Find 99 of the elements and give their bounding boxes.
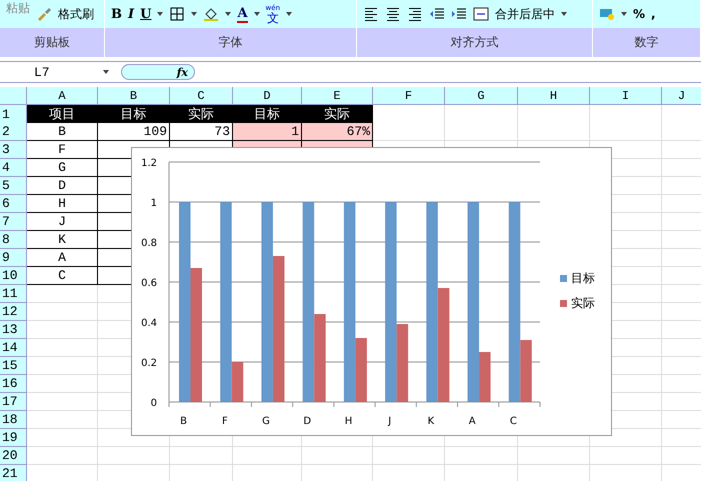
table-cell: 项目: [27, 105, 98, 124]
percent-button[interactable]: %: [633, 7, 646, 21]
align-left-icon[interactable]: [363, 7, 379, 21]
column-header[interactable]: D: [233, 87, 302, 105]
axis-label: 0.4: [141, 318, 157, 329]
table-cell: 目标: [98, 105, 170, 124]
italic-button[interactable]: I: [128, 6, 134, 22]
row-header[interactable]: 18: [0, 411, 27, 429]
group-label: 剪贴板: [34, 34, 70, 51]
axis-label: C: [510, 416, 517, 427]
caret-icon[interactable]: [621, 12, 627, 16]
axis-label: 0.2: [141, 358, 157, 369]
column-header[interactable]: G: [445, 87, 518, 105]
row-header[interactable]: 16: [0, 375, 27, 393]
column-header[interactable]: H: [518, 87, 590, 105]
row-header[interactable]: 21: [0, 465, 27, 481]
table-cell: B: [27, 123, 98, 141]
name-box[interactable]: L7: [34, 64, 50, 80]
axis-label: B: [180, 416, 188, 427]
row-header[interactable]: 11: [0, 285, 27, 303]
table-cell: 实际: [170, 105, 233, 124]
axis-label: 1: [150, 198, 157, 209]
underline-button[interactable]: U: [140, 6, 152, 22]
table-cell: A: [27, 249, 98, 267]
caret-icon[interactable]: [254, 12, 260, 16]
axis-label: 0.6: [141, 278, 157, 289]
table-cell: 67%: [302, 123, 373, 141]
row-header[interactable]: 12: [0, 303, 27, 321]
table-cell: 目标: [233, 105, 302, 124]
caret-icon[interactable]: [561, 12, 567, 16]
table-cell: 73: [170, 123, 233, 141]
table-cell: G: [27, 159, 98, 177]
axis-label: 0: [150, 398, 157, 409]
caret-icon[interactable]: [103, 70, 109, 74]
indent-increase-icon[interactable]: [451, 7, 467, 21]
row-header[interactable]: 9: [0, 249, 27, 267]
table-cell: H: [27, 195, 98, 213]
axis-label: 0.8: [141, 238, 157, 249]
axis-label: J: [388, 416, 392, 427]
row-header[interactable]: 1: [0, 105, 27, 124]
column-header[interactable]: F: [373, 87, 445, 105]
group-label: 字体: [218, 34, 242, 51]
row-header[interactable]: 17: [0, 393, 27, 411]
table-cell: 1: [233, 123, 302, 141]
caret-icon[interactable]: [286, 12, 292, 16]
legend-label: 实际: [571, 295, 595, 312]
comma-button[interactable]: ,: [651, 7, 656, 21]
row-header[interactable]: 10: [0, 267, 27, 285]
align-center-icon[interactable]: [385, 7, 401, 21]
column-header[interactable]: I: [590, 87, 662, 105]
legend-label: 目标: [571, 270, 595, 287]
borders-icon[interactable]: [169, 7, 186, 21]
table-cell: F: [27, 141, 98, 159]
merge-cells-icon[interactable]: [473, 7, 489, 21]
row-header[interactable]: 14: [0, 339, 27, 357]
axis-label: D: [303, 416, 312, 427]
row-header[interactable]: 19: [0, 429, 27, 447]
axis-label: G: [262, 416, 270, 427]
caret-icon[interactable]: [225, 12, 232, 16]
column-header[interactable]: A: [27, 87, 98, 105]
fx-button[interactable]: fx: [121, 64, 195, 80]
row-header[interactable]: 15: [0, 357, 27, 375]
axis-label: F: [222, 416, 228, 427]
fill-bucket-icon[interactable]: [203, 7, 220, 21]
row-header[interactable]: 7: [0, 213, 27, 231]
row-header[interactable]: 5: [0, 177, 27, 195]
column-header[interactable]: J: [662, 87, 701, 105]
column-header[interactable]: C: [170, 87, 233, 105]
caret-icon[interactable]: [191, 12, 198, 16]
column-header[interactable]: B: [98, 87, 170, 105]
row-header[interactable]: 13: [0, 321, 27, 339]
align-right-icon[interactable]: [407, 7, 423, 21]
group-label: 数字: [634, 34, 658, 51]
axis-label: A: [468, 416, 476, 427]
row-header[interactable]: 4: [0, 159, 27, 177]
row-header[interactable]: 6: [0, 195, 27, 213]
currency-icon[interactable]: [599, 7, 615, 21]
column-header[interactable]: E: [302, 87, 373, 105]
bold-button[interactable]: B: [111, 6, 122, 22]
table-cell: C: [27, 267, 98, 285]
group-label: 对齐方式: [450, 34, 498, 51]
row-header[interactable]: 8: [0, 231, 27, 249]
table-cell: 实际: [302, 105, 373, 124]
table-cell: D: [27, 177, 98, 195]
table-cell: 109: [98, 123, 170, 141]
caret-icon[interactable]: [157, 12, 164, 16]
merge-center-button[interactable]: 合并后居中: [495, 6, 555, 22]
row-header[interactable]: 3: [0, 141, 27, 159]
row-header[interactable]: 20: [0, 447, 27, 465]
format-painter-button[interactable]: 格式刷: [58, 6, 94, 22]
brush-icon[interactable]: [36, 7, 52, 21]
axis-label: 1.2: [141, 158, 157, 169]
row-header[interactable]: 2: [0, 123, 27, 141]
table-cell: K: [27, 231, 98, 249]
axis-label: H: [344, 416, 352, 427]
table-cell: J: [27, 213, 98, 231]
font-color-button[interactable]: A: [237, 6, 248, 22]
axis-label: K: [428, 416, 434, 427]
indent-decrease-icon[interactable]: [429, 7, 445, 21]
